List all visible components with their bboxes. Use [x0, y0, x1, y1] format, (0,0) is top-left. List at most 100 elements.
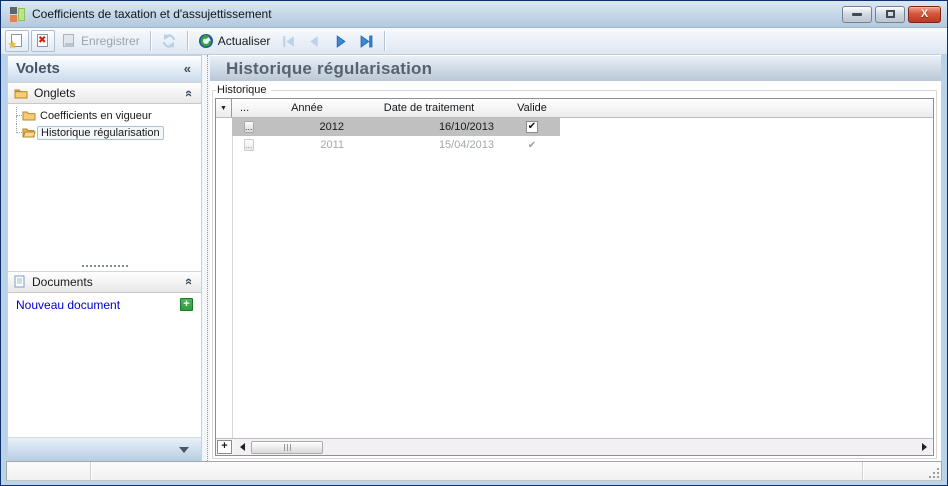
main-panel: Historique régularisation Historique ▼ .… [210, 55, 941, 461]
app-icon [10, 6, 25, 22]
section-header-onglets[interactable]: Onglets « [8, 82, 201, 104]
status-section [91, 462, 863, 480]
table-row[interactable]: ... 2011 15/04/2013 ✔ [216, 136, 933, 154]
sidebar-splitter-handle[interactable] [8, 261, 201, 271]
scroll-right-icon [922, 443, 927, 451]
nav-previous-button [302, 30, 326, 52]
actualiser-button[interactable]: Actualiser [194, 30, 275, 52]
folder-icon [14, 89, 28, 98]
chevron-down-icon[interactable] [179, 446, 189, 453]
valide-checkbox[interactable]: ✔ [526, 121, 538, 133]
column-header-valide[interactable]: Valide [504, 102, 560, 114]
refresh-button [157, 30, 181, 52]
nav-previous-icon [310, 35, 318, 47]
minimize-icon [852, 12, 862, 16]
maximize-icon [885, 10, 895, 18]
new-document-link[interactable]: Nouveau document [16, 298, 120, 312]
scroll-right-button[interactable] [917, 440, 932, 455]
app-window: Coefficients de taxation et d'assujettis… [0, 0, 948, 486]
folder-open-icon [22, 128, 36, 138]
content-area: Volets « Onglets « Coefficients en vigue… [1, 55, 947, 461]
cell-valide: ✔ [504, 140, 560, 151]
sidebar: Volets « Onglets « Coefficients en vigue… [7, 55, 202, 461]
nav-first-button [276, 30, 300, 52]
scrollbar-thumb[interactable] [251, 440, 323, 454]
minimize-button[interactable] [842, 5, 872, 23]
document-icon [14, 275, 25, 288]
historique-grid: ▼ ... Année Date de traitement Valide ..… [215, 98, 934, 456]
chevron-up-icon[interactable]: « [182, 278, 197, 285]
actualiser-icon [198, 33, 214, 49]
delete-button[interactable]: ✖ [31, 30, 55, 52]
tree-item-label: Historique régularisation [37, 125, 164, 140]
new-document-button[interactable]: ★ [5, 30, 29, 52]
sidebar-spacer [8, 141, 201, 262]
historique-groupbox: Historique ▼ ... Année Date de traitemen… [212, 84, 937, 459]
tree-item-historique[interactable]: Historique régularisation [8, 124, 201, 141]
row-detail-button[interactable]: ... [244, 121, 254, 133]
toolbar: ★ ✖ Enregistrer Actualiser [1, 28, 947, 55]
chevron-up-icon[interactable]: « [182, 89, 197, 96]
refresh-icon [161, 33, 177, 49]
close-icon: X [920, 8, 929, 20]
delete-icon: ✖ [37, 34, 48, 47]
maximize-button[interactable] [875, 5, 905, 23]
scroll-left-button[interactable] [235, 440, 250, 455]
cell-date: 15/04/2013 [438, 139, 494, 151]
status-section [7, 462, 91, 480]
panel-splitter[interactable] [202, 55, 210, 461]
grid-header: ▼ ... Année Date de traitement Valide [216, 99, 933, 118]
main-body: Historique ▼ ... Année Date de traitemen… [210, 81, 941, 461]
thumb-grip-icon [286, 443, 288, 451]
nav-next-button[interactable] [328, 30, 352, 52]
section-label: Onglets [34, 86, 76, 100]
save-label: Enregistrer [81, 34, 140, 48]
toolbar-separator [149, 31, 151, 51]
toolbar-separator [186, 31, 188, 51]
row-indicator [216, 136, 232, 154]
cell-valide: ✔ [504, 121, 560, 133]
sidebar-header: Volets « [8, 56, 201, 82]
groupbox-label: Historique [217, 84, 267, 96]
column-header-date[interactable]: Date de traitement [354, 102, 504, 114]
dropdown-arrow-icon: ▼ [220, 104, 227, 112]
section-header-documents[interactable]: Documents « [8, 270, 201, 293]
new-document-icon: ★ [8, 33, 25, 51]
resize-grip[interactable] [927, 466, 939, 478]
save-icon [61, 33, 77, 49]
row-detail-cell: ... [232, 121, 260, 133]
sidebar-footer [8, 437, 201, 461]
window-title: Coefficients de taxation et d'assujettis… [32, 7, 272, 21]
row-detail-button[interactable]: ... [244, 139, 254, 151]
onglets-tree: Coefficients en vigueur Historique régul… [8, 104, 201, 141]
page-title: Historique régularisation [226, 58, 433, 78]
horizontal-scrollbar[interactable] [235, 439, 932, 455]
titlebar: Coefficients de taxation et d'assujettis… [1, 1, 947, 28]
add-document-button[interactable]: + [180, 298, 193, 311]
table-row[interactable]: ... 2012 16/10/2013 ✔ [216, 118, 933, 136]
tree-item-label: Coefficients en vigueur [40, 109, 152, 122]
sidebar-spacer [8, 316, 201, 437]
sidebar-collapse-icon[interactable]: « [184, 62, 191, 75]
nav-last-button[interactable] [354, 30, 378, 52]
status-section [863, 462, 941, 480]
folder-closed-icon [22, 111, 36, 121]
add-row-button[interactable]: + [217, 440, 232, 454]
close-button[interactable]: X [908, 5, 941, 23]
toolbar-separator [384, 31, 386, 51]
row-detail-cell: ... [232, 139, 260, 151]
nav-last-icon [360, 34, 373, 48]
main-header: Historique régularisation [210, 55, 941, 81]
grid-scroll-row: + [216, 438, 933, 455]
status-bar [6, 461, 942, 481]
section-label: Documents [32, 274, 93, 289]
scroll-left-icon [240, 443, 245, 451]
nav-next-icon [336, 34, 346, 48]
row-indicator [216, 118, 232, 136]
column-header-rowbtn[interactable]: ... [232, 102, 260, 114]
tree-item-coefficients[interactable]: Coefficients en vigueur [8, 107, 201, 124]
column-header-annee[interactable]: Année [260, 102, 354, 114]
grid-indicator-header[interactable]: ▼ [216, 99, 232, 117]
grid-rows: ... 2012 16/10/2013 ✔ ... 2011 15/04/201… [216, 118, 933, 438]
cell-annee: 2012 [319, 121, 344, 133]
